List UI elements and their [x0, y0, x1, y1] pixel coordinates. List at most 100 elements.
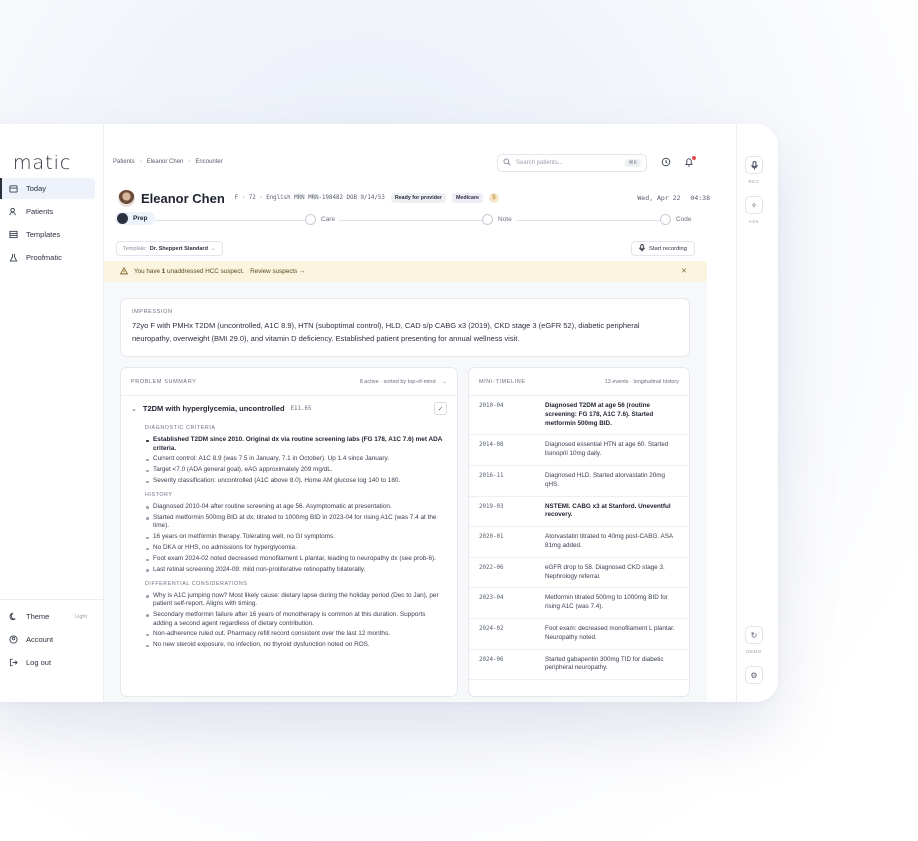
- timeline-row[interactable]: 2010-04 Diagnosed T2DM at age 56 (routine…: [469, 396, 689, 436]
- theme-value: Light: [75, 613, 87, 620]
- settings-icon[interactable]: ⚙: [745, 666, 763, 684]
- breadcrumb-separator: ›: [139, 159, 142, 165]
- encounter-time: 04:38: [690, 194, 710, 202]
- encounter-datetime: Wed, Apr 22 04:38: [637, 194, 710, 202]
- template-select[interactable]: Template: Dr. Sheppert Standard ⌄: [116, 241, 223, 256]
- impression-card: IMPRESSION 72yo F with PMHx T2DM (uncont…: [120, 298, 690, 357]
- section-list: Established T2DM since 2010. Original dx…: [145, 436, 445, 486]
- section-label: HISTORY: [145, 491, 173, 498]
- demo-label: DEMO: [746, 649, 762, 654]
- timeline-count: 13 events · longitudinal history: [604, 378, 679, 385]
- start-recording-button[interactable]: Start recording: [630, 241, 695, 256]
- timeline-row[interactable]: 2024-06 Started gabapentin 300mg TID for …: [469, 650, 689, 681]
- sidebar: matic Today Patients Templates Proofmati…: [0, 124, 104, 702]
- problem-checkbox[interactable]: ✓: [434, 402, 447, 415]
- status-badge: Ready for provider: [390, 193, 446, 203]
- timeline-row[interactable]: 2024-02 Foot exam: decreased monofilament…: [469, 619, 689, 650]
- list-item: Secondary metformin failure after 16 yea…: [145, 611, 445, 628]
- encounter-date: Wed, Apr 22: [637, 194, 681, 202]
- users-icon: [9, 207, 18, 216]
- patient-header: Eleanor Chen F · 72 · English MRN MRN-19…: [118, 188, 710, 208]
- logout-label: Log out: [26, 658, 52, 667]
- alert-text-pre: You have: [134, 268, 162, 275]
- coin-icon: $: [488, 193, 499, 203]
- timeline-row[interactable]: 2020-01 Atorvastatin titrated to 40mg pos…: [469, 527, 689, 558]
- sparkle-icon[interactable]: ✧: [745, 196, 763, 214]
- flask-icon: [9, 253, 18, 262]
- history-icon[interactable]: [660, 157, 671, 168]
- section-label: DIFFERENTIAL CONSIDERATIONS: [145, 580, 248, 587]
- search-icon: [503, 158, 511, 168]
- refresh-icon[interactable]: ↻: [745, 626, 763, 644]
- sidebar-item-label: Proofmatic: [26, 253, 62, 262]
- microphone-icon: [639, 243, 645, 254]
- breadcrumb-encounter: Encounter: [195, 159, 223, 165]
- close-icon[interactable]: ✕: [681, 267, 687, 275]
- account-link[interactable]: Account: [0, 629, 95, 650]
- step-label: Prep: [133, 215, 148, 222]
- timeline-date: 2014-08: [479, 442, 504, 449]
- step-label: Code: [676, 216, 692, 223]
- timeline-date: 2010-04: [479, 403, 504, 409]
- chevron-down-icon: ⌄: [210, 245, 216, 252]
- list-item: No DKA or HHS, no admissions for hypergl…: [145, 544, 445, 553]
- list-item: Last retinal screening 2024-09: mild non…: [145, 566, 445, 575]
- ask-label: ASK: [748, 219, 760, 224]
- timeline-text: Diagnosed T2DM at age 56 (routine screen…: [545, 402, 654, 427]
- step-label: Care: [321, 216, 336, 223]
- timeline-header: MINI-TIMELINE 13 events · longitudinal h…: [469, 368, 689, 396]
- timeline-row[interactable]: 2023-04 Metformin titrated 500mg to 1000m…: [469, 588, 689, 619]
- impression-label: IMPRESSION: [132, 309, 173, 315]
- review-suspects-link[interactable]: Review suspects →: [250, 268, 305, 275]
- logout-icon: [9, 658, 18, 667]
- list-item: Foot exam 2024-02 noted decreased monofi…: [145, 555, 445, 564]
- template-prefix: Template:: [123, 245, 147, 252]
- sidebar-item-label: Templates: [26, 230, 61, 239]
- breadcrumb-patients[interactable]: Patients: [113, 159, 135, 165]
- list-item: Diagnosed 2010-04 after routine screenin…: [145, 503, 445, 512]
- list-item: 16 years on metformin therapy. Toleratin…: [145, 533, 445, 542]
- template-icon: [9, 230, 18, 239]
- timeline-row[interactable]: 2016-11 Diagnosed HLD. Started atorvastat…: [469, 466, 689, 497]
- step-care[interactable]: Care: [305, 214, 340, 225]
- list-item: Established T2DM since 2010. Original dx…: [145, 436, 445, 453]
- step-code[interactable]: Code: [660, 214, 696, 225]
- avatar: [118, 189, 135, 207]
- microphone-icon[interactable]: [745, 156, 763, 174]
- timeline-row[interactable]: 2022-06 eGFR drop to 58. Diagnosed CKD st…: [469, 558, 689, 589]
- breadcrumb-patient[interactable]: Eleanor Chen: [147, 159, 184, 165]
- theme-toggle[interactable]: Theme Light: [0, 606, 95, 627]
- section-list: Diagnosed 2010-04 after routine screenin…: [145, 503, 445, 575]
- stepper-line: [155, 220, 677, 221]
- problem-title-row[interactable]: ⌄ T2DM with hyperglycemia, uncontrolled …: [131, 404, 312, 413]
- step-note[interactable]: Note: [482, 214, 516, 225]
- arrow-right-icon: →: [441, 378, 448, 385]
- calendar-icon: [9, 184, 18, 193]
- list-item: No new steroid exposure, no infection, n…: [145, 641, 445, 650]
- step-prep[interactable]: Prep: [115, 212, 156, 225]
- search-input[interactable]: Search patients... ⌘K: [497, 154, 647, 172]
- problem-summary-meta[interactable]: 8 active · sorted by top-of-mind →: [360, 379, 447, 385]
- sidebar-item-today[interactable]: Today: [0, 178, 95, 199]
- sidebar-item-templates[interactable]: Templates: [0, 224, 95, 245]
- moon-icon: [9, 612, 18, 621]
- sidebar-item-proofmatic[interactable]: Proofmatic: [0, 247, 95, 268]
- timeline-date: 2022-06: [479, 564, 504, 571]
- timeline-date: 2024-02: [479, 625, 504, 632]
- sidebar-item-patients[interactable]: Patients: [0, 201, 95, 222]
- logout-button[interactable]: Log out: [0, 652, 95, 673]
- timeline-date: 2019-03: [479, 503, 504, 510]
- timeline-text: Diagnosed HLD. Started atorvastatin 20mg…: [545, 471, 666, 488]
- problem-title: T2DM with hyperglycemia, uncontrolled: [142, 404, 285, 413]
- search-shortcut: ⌘K: [624, 159, 641, 167]
- timeline-list: 2010-04 Diagnosed T2DM at age 56 (routine…: [469, 396, 689, 681]
- warning-icon: [119, 266, 129, 277]
- timeline-date: 2023-04: [479, 595, 504, 602]
- timeline-row[interactable]: 2019-03 NSTEMI. CABG x3 at Stanford. Unev…: [469, 497, 689, 528]
- step-label: Note: [498, 216, 512, 223]
- timeline-date: 2024-06: [479, 656, 504, 663]
- problem-sections: DIAGNOSTIC CRITERIA Established T2DM sinc…: [145, 425, 445, 656]
- timeline-row[interactable]: 2014-08 Diagnosed essential HTN at age 60…: [469, 435, 689, 466]
- app-window: matic Today Patients Templates Proofmati…: [0, 124, 778, 702]
- search-placeholder: Search patients...: [516, 160, 563, 166]
